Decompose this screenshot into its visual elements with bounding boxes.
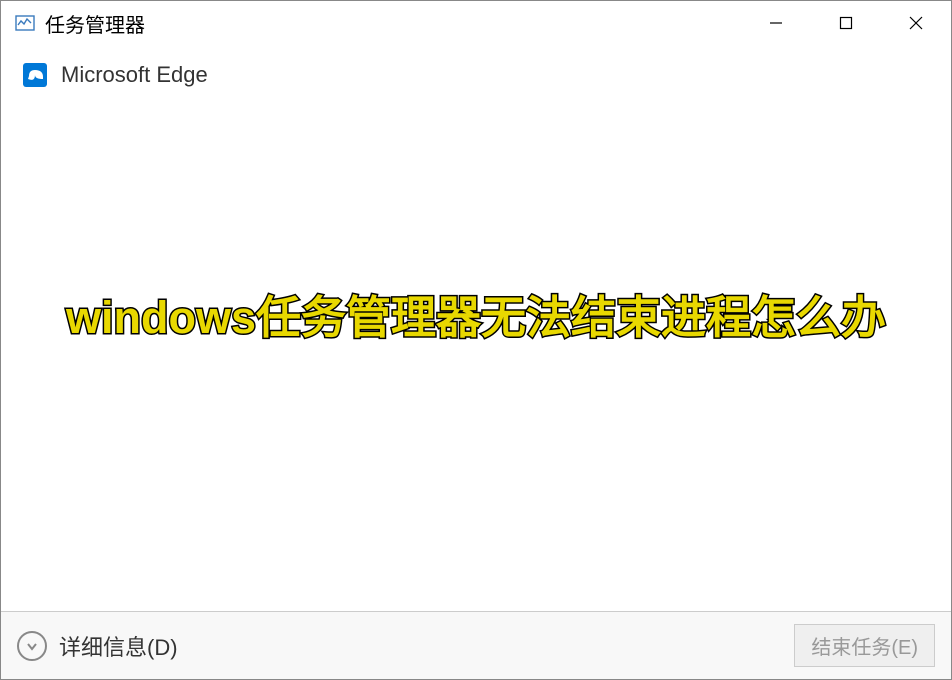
close-button[interactable] (881, 1, 951, 45)
task-manager-window: 任务管理器 Microsoft Edge windows任务管理器无法结束进 (0, 0, 952, 680)
chevron-down-icon (17, 631, 47, 661)
window-controls (741, 1, 951, 45)
edge-icon (21, 61, 49, 89)
process-name: Microsoft Edge (61, 62, 208, 88)
overlay-caption: windows任务管理器无法结束进程怎么办 (1, 281, 951, 346)
minimize-button[interactable] (741, 1, 811, 45)
end-task-button[interactable]: 结束任务(E) (794, 624, 935, 667)
process-item[interactable]: Microsoft Edge (17, 55, 935, 95)
titlebar: 任务管理器 (1, 1, 951, 45)
window-title: 任务管理器 (45, 9, 741, 38)
more-details-button[interactable]: 详细信息(D) (17, 630, 178, 662)
more-details-label: 详细信息(D) (59, 630, 178, 662)
task-manager-icon (15, 13, 35, 33)
footer: 详细信息(D) 结束任务(E) (1, 611, 951, 679)
maximize-button[interactable] (811, 1, 881, 45)
